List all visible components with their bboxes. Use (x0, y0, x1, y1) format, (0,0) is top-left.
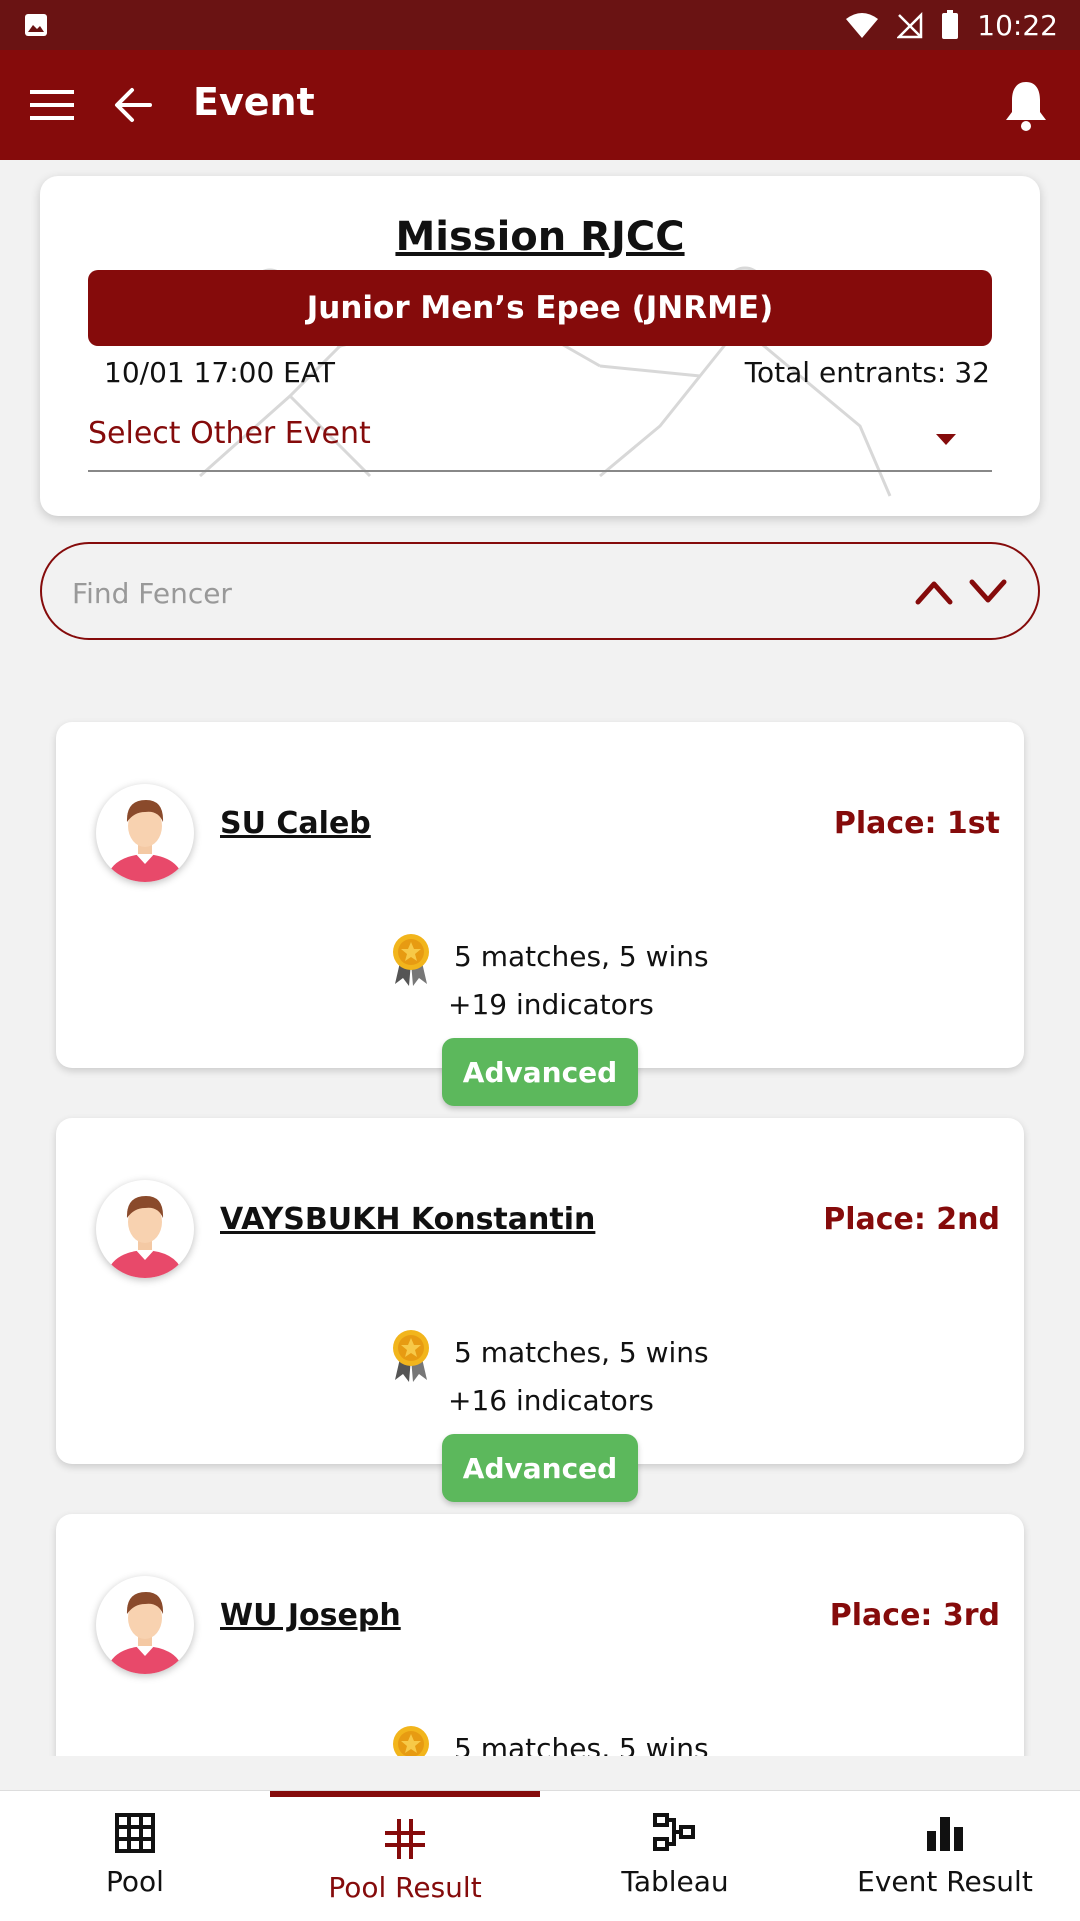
fencer-name-link[interactable]: WU Joseph (220, 1598, 401, 1633)
battery-icon (942, 10, 959, 39)
status-time: 10:22 (977, 8, 1058, 42)
status-bar: 10:22 (0, 0, 1080, 50)
fencer-result-card[interactable]: VAYSBUKH Konstantin Place: 2nd 5 matches… (56, 1118, 1024, 1502)
advanced-status-badge: Advanced (442, 1434, 638, 1502)
nav-tab-label: Event Result (857, 1865, 1033, 1898)
nav-tab-event-result[interactable]: Event Result (810, 1791, 1080, 1921)
find-fencer-input[interactable] (70, 564, 894, 622)
back-arrow-icon[interactable] (112, 84, 154, 126)
event-card: Mission RJCC Junior Men’s Epee (JNRME) 1… (40, 176, 1040, 516)
grid-icon (115, 1813, 155, 1853)
hamburger-menu-icon[interactable] (30, 88, 74, 122)
user-avatar-icon (106, 1196, 184, 1278)
nav-tab-label: Pool (106, 1865, 164, 1898)
fencer-match-stats: 5 matches, 5 wins (454, 1336, 709, 1369)
fencer-result-card[interactable]: SU Caleb Place: 1st 5 matches, 5 wins +1… (56, 722, 1024, 1106)
event-name[interactable]: Mission RJCC (40, 214, 1040, 260)
avatar (96, 784, 194, 882)
find-fencer-bar (40, 542, 1040, 640)
avatar (96, 1180, 194, 1278)
nav-tab-label: Pool Result (328, 1871, 482, 1904)
fencer-name-link[interactable]: VAYSBUKH Konstantin (220, 1202, 595, 1237)
fencer-indicators: +16 indicators (448, 1384, 654, 1417)
event-datetime: 10/01 17:00 EAT (104, 356, 335, 389)
page-title: Event (193, 80, 315, 124)
fencer-match-stats: 5 matches, 5 wins (454, 1732, 709, 1756)
user-avatar-icon (106, 800, 184, 882)
nav-tab-pool-result[interactable]: Pool Result (270, 1791, 540, 1921)
hash-icon (385, 1819, 425, 1859)
bar-chart-icon (927, 1817, 963, 1851)
app-bar: Event (0, 50, 1080, 160)
nav-tab-pool[interactable]: Pool (0, 1791, 270, 1921)
medal-icon (393, 934, 429, 986)
chevron-up-icon[interactable] (914, 574, 954, 610)
fencer-place: Place: 1st (833, 806, 1000, 841)
entrants-label: Total entrants: (744, 356, 947, 389)
nav-tab-tableau[interactable]: Tableau (540, 1791, 810, 1921)
select-event-label: Select Other Event (88, 416, 371, 451)
advanced-status-badge: Advanced (442, 1038, 638, 1106)
event-category-chip: Junior Men’s Epee (JNRME) (88, 270, 992, 346)
chevron-down-icon[interactable] (968, 574, 1008, 610)
no-signal-icon (897, 11, 923, 39)
nav-tab-label: Tableau (621, 1865, 729, 1898)
fencer-match-stats: 5 matches, 5 wins (454, 940, 709, 973)
entrants-info: Total entrants: 32 (745, 356, 990, 389)
select-other-event-dropdown[interactable]: Select Other Event (88, 412, 992, 472)
notification-bell-icon[interactable] (1002, 78, 1050, 132)
medal-icon (393, 1726, 429, 1756)
fencer-place: Place: 2nd (823, 1202, 1000, 1237)
fencer-result-card[interactable]: WU Joseph Place: 3rd 5 matches, 5 wins (56, 1514, 1024, 1756)
avatar (96, 1576, 194, 1674)
bracket-icon (653, 1813, 695, 1851)
dropdown-caret-icon (936, 434, 956, 445)
fencer-name-link[interactable]: SU Caleb (220, 806, 371, 841)
entrants-count: 32 (954, 356, 990, 389)
medal-icon (393, 1330, 429, 1382)
image-notification-icon (25, 14, 47, 36)
fencer-indicators: +19 indicators (448, 988, 654, 1021)
wifi-icon (846, 13, 879, 38)
pool-results-list[interactable]: SU Caleb Place: 1st 5 matches, 5 wins +1… (0, 700, 1080, 1756)
user-avatar-icon (106, 1592, 184, 1674)
bottom-navigation: Pool Pool Result Tableau Event Result (0, 1790, 1080, 1921)
fencer-place: Place: 3rd (829, 1598, 1000, 1633)
